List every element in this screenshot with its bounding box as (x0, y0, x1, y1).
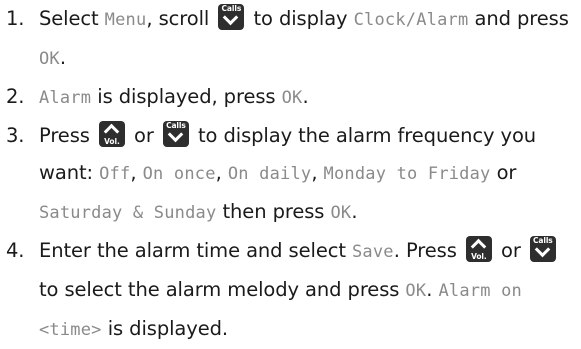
step-text: then press (216, 200, 331, 223)
calls-down-key-icon: Calls (162, 121, 189, 147)
vol-up-key-icon: Vol. (98, 121, 125, 147)
display-text-on-daily: On daily (227, 164, 312, 184)
display-text-ok: OK (281, 88, 303, 108)
step-text: or (500, 239, 521, 262)
display-text-ok: OK (405, 281, 427, 301)
step-text: , (215, 161, 228, 184)
step-text: Press (39, 124, 90, 147)
display-text-ok: OK (39, 49, 60, 69)
calls-down-key-icon: Calls (529, 236, 556, 262)
step-1: 1. Select Menu, scroll Calls to display … (6, 0, 578, 78)
display-text-menu: Menu (104, 10, 147, 30)
display-text-weekdays: Monday to Friday (323, 164, 491, 184)
display-text-save: Save (352, 242, 394, 262)
step-text: . (351, 200, 358, 223)
calls-down-key-icon: Calls (218, 4, 245, 30)
step-text: Select (39, 7, 105, 30)
vol-up-key-icon: Vol. (465, 236, 492, 262)
step-number: 3. (6, 124, 25, 147)
key-label: Vol. (104, 137, 120, 146)
display-text-off: Off (99, 164, 131, 184)
step-text: to select the alarm melody and press (39, 278, 406, 301)
display-text-ok: OK (330, 203, 352, 223)
step-text: . (302, 85, 309, 108)
step-text: to display (253, 7, 354, 30)
display-text-on-once: On once (142, 164, 216, 184)
key-label: Vol. (471, 252, 487, 261)
step-text: , scroll (146, 7, 210, 30)
step-text: and press (468, 7, 569, 30)
step-text: or (134, 124, 154, 147)
step-3: 3. Press Vol. or Calls to display the al… (6, 117, 578, 232)
display-text-clock-alarm: Clock/Alarm (353, 10, 469, 30)
step-4: 4. Enter the alarm time and select Save.… (6, 232, 578, 349)
step-number: 1. (6, 7, 25, 30)
step-number: 2. (6, 85, 25, 108)
step-2: 2. Alarm is displayed, press OK. (6, 78, 578, 117)
step-text: is displayed, press (91, 85, 282, 108)
step-text: is displayed. (101, 317, 228, 340)
display-text-alarm: Alarm (39, 88, 92, 108)
step-text: . Press (393, 239, 463, 262)
step-text: Enter the alarm time and select (39, 239, 352, 262)
step-number: 4. (6, 239, 25, 262)
alarm-instructions-list: 1. Select Menu, scroll Calls to display … (6, 0, 578, 349)
display-text-weekend: Saturday & Sunday (39, 203, 217, 223)
step-text: , (311, 161, 324, 184)
step-text: or (490, 161, 517, 184)
step-text: . (59, 46, 66, 69)
step-text: . (426, 278, 439, 301)
step-text: , (130, 161, 143, 184)
